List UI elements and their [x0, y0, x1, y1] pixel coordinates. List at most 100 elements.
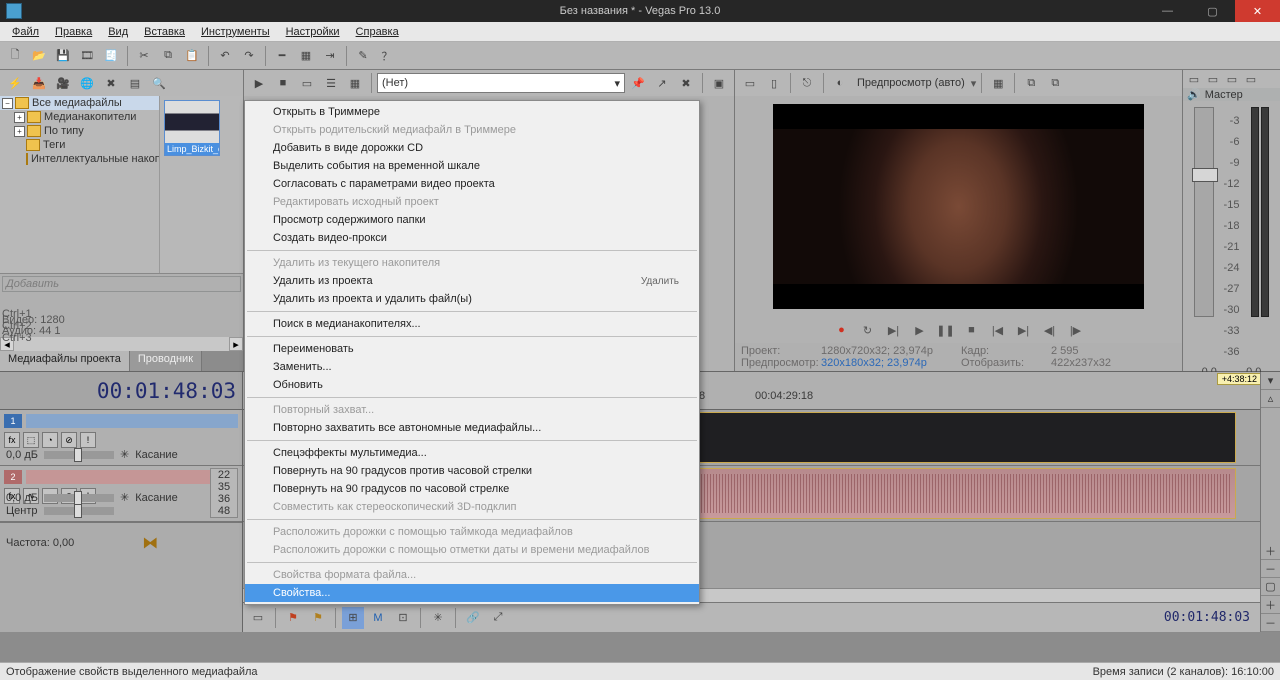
list-icon[interactable]: ☰ [320, 72, 342, 94]
dock-icon[interactable]: ▣ [708, 72, 730, 94]
audio-vol-slider[interactable] [44, 494, 114, 502]
remove-icon[interactable]: ✖ [100, 72, 122, 94]
media-thumbs[interactable]: Limp_Bizkit_e_Ey [160, 96, 243, 273]
ripple-icon[interactable]: ⇥ [319, 45, 341, 67]
open-icon[interactable]: 📂 [28, 45, 50, 67]
prev-fx-icon[interactable]: ▭ [739, 72, 761, 94]
zoom-out-h-icon[interactable]: － [1261, 614, 1280, 632]
loop-icon[interactable]: ↻ [857, 321, 879, 339]
close-button[interactable]: ✕ [1235, 0, 1280, 22]
m3-icon[interactable]: ▭ [1223, 70, 1241, 88]
stop-icon[interactable]: ■ [272, 72, 294, 94]
ctx-item[interactable]: Переименовать [245, 340, 699, 358]
timecode-display[interactable]: 00:01:48:03 [97, 379, 236, 403]
maximize-button[interactable]: ▢ [1190, 0, 1235, 22]
brush-icon[interactable]: ✎ [352, 45, 374, 67]
tl-tool-icon[interactable]: ▭ [247, 607, 269, 629]
new-icon[interactable]: 🗋 [4, 45, 26, 67]
go-start-icon[interactable]: |◀ [987, 321, 1009, 339]
ctx-item[interactable]: Создать видео-прокси [245, 229, 699, 247]
ctx-item[interactable]: Обновить [245, 376, 699, 394]
undo-icon[interactable]: ↶ [214, 45, 236, 67]
play-icon[interactable]: ▶ [909, 321, 931, 339]
tl-flag-icon[interactable]: ⚑ [282, 607, 304, 629]
media-clip-thumb[interactable]: Limp_Bizkit_e_Ey [164, 100, 220, 156]
ctx-item[interactable]: Поиск в медианакопителях... [245, 315, 699, 333]
fx-icon[interactable]: ⚡ [4, 72, 26, 94]
m1-icon[interactable]: ▭ [1185, 70, 1203, 88]
tl-lock-icon[interactable]: ⤢ [487, 607, 509, 629]
prev-snap1-icon[interactable]: ⧉ [1020, 72, 1042, 94]
web-icon[interactable]: 🌐 [76, 72, 98, 94]
prev-snap2-icon[interactable]: ⧉ [1044, 72, 1066, 94]
ctx-item[interactable]: Спецэффекты мультимедиа... [245, 444, 699, 462]
trimmer-combo[interactable]: (Нет)▾ [377, 73, 625, 93]
step-back-icon[interactable]: ◀| [1039, 321, 1061, 339]
render-icon[interactable]: 🎞 [76, 45, 98, 67]
close-panel-icon[interactable]: ✖ [675, 72, 697, 94]
search-icon[interactable]: 🔍 [148, 72, 170, 94]
pin-icon[interactable]: 📌 [627, 72, 649, 94]
ctx-item[interactable]: Повторно захватить все автономные медиаф… [245, 419, 699, 437]
ctx-item[interactable]: Просмотр содержимого папки [245, 211, 699, 229]
save-icon[interactable]: 💾 [52, 45, 74, 67]
prev-overlay-icon[interactable]: ▦ [987, 72, 1009, 94]
menu-options[interactable]: Настройки [278, 24, 348, 40]
minimize-button[interactable]: — [1145, 0, 1190, 22]
paste-icon[interactable]: 📋 [181, 45, 203, 67]
ctx-item[interactable]: Удалить из проекта и удалить файл(ы) [245, 290, 699, 308]
copy-icon[interactable]: ⧉ [157, 45, 179, 67]
audio-track-header[interactable]: 2 2235 3648 fx ∿ ◔ ⊘ ! 0,0 дБ✳Касание Це… [0, 466, 242, 522]
ctx-item[interactable]: Повернуть на 90 градусов против часовой … [245, 462, 699, 480]
tab-project-media[interactable]: Медиафайлы проекта [0, 351, 130, 371]
tl-link-icon[interactable]: 🔗 [462, 607, 484, 629]
add-field[interactable]: Добавить [2, 276, 241, 292]
stop-icon[interactable]: ■ [961, 321, 983, 339]
tl-snap2-icon[interactable]: M [367, 607, 389, 629]
track-comp-icon[interactable]: ⬚ [23, 432, 39, 448]
view-icon[interactable]: ▤ [124, 72, 146, 94]
tree-root[interactable]: −Все медиафайлы [0, 96, 159, 110]
tree-node[interactable]: Интеллектуальные накопители [0, 152, 159, 166]
record-icon[interactable]: ● [831, 321, 853, 339]
context-menu[interactable]: Открыть в ТриммереОткрыть родительский м… [244, 100, 700, 605]
zoom-in-v-icon[interactable]: ＋ [1261, 542, 1280, 560]
prev-split-icon[interactable]: ▯ [763, 72, 785, 94]
capture-icon[interactable]: 🎥 [52, 72, 74, 94]
track-solo-icon[interactable]: ! [80, 432, 96, 448]
track-auto-icon[interactable]: ◔ [42, 432, 58, 448]
prev-icon[interactable]: ▭ [296, 72, 318, 94]
zoom-marker-icon[interactable]: ▾ [1261, 372, 1280, 390]
video-track-header[interactable]: 1 fx ⬚ ◔ ⊘ ! 0,0 дБ ✳Касание [0, 410, 242, 466]
ctx-item[interactable]: Повернуть на 90 градусов по часовой стре… [245, 480, 699, 498]
play-start-icon[interactable]: ▶| [883, 321, 905, 339]
menu-file[interactable]: Файл [4, 24, 47, 40]
help-icon[interactable]: ？ [376, 45, 398, 67]
prev-ext-icon[interactable]: ⎋ [796, 72, 818, 94]
menu-edit[interactable]: Правка [47, 24, 100, 40]
prev-quality-icon[interactable]: ◐ [829, 72, 851, 94]
master-fader[interactable] [1194, 107, 1214, 317]
m4-icon[interactable]: ▭ [1242, 70, 1260, 88]
play-icon[interactable]: ▶ [248, 72, 270, 94]
grid-icon[interactable]: ▦ [344, 72, 366, 94]
ctx-item[interactable]: Удалить из проектаУдалить [245, 272, 699, 290]
timeline-timecode[interactable]: 00:01:48:03 [1164, 610, 1256, 625]
zoom-out-v-icon[interactable]: － [1261, 560, 1280, 578]
menu-view[interactable]: Вид [100, 24, 136, 40]
zoom-track-up-icon[interactable]: ▵ [1261, 390, 1280, 408]
video-clip[interactable] [681, 412, 1236, 463]
ctx-item[interactable]: Выделить события на временной шкале [245, 157, 699, 175]
tl-snap1-icon[interactable]: ⊞ [342, 607, 364, 629]
tree-node[interactable]: +Медианакопители [0, 110, 159, 124]
zoom-in-h-icon[interactable]: ＋ [1261, 596, 1280, 614]
preview-quality-label[interactable]: Предпросмотр (авто) [853, 77, 969, 89]
track-mute-icon[interactable]: ⊘ [61, 432, 77, 448]
zoom-fit-icon[interactable]: ▢ [1261, 578, 1280, 596]
track-fx-icon[interactable]: fx [4, 432, 20, 448]
ctx-item[interactable]: Открыть в Триммере [245, 103, 699, 121]
props-icon[interactable]: 🧾 [100, 45, 122, 67]
ctx-item[interactable]: Добавить в виде дорожки CD [245, 139, 699, 157]
tree-node[interactable]: Теги [0, 138, 159, 152]
menu-help[interactable]: Справка [348, 24, 407, 40]
